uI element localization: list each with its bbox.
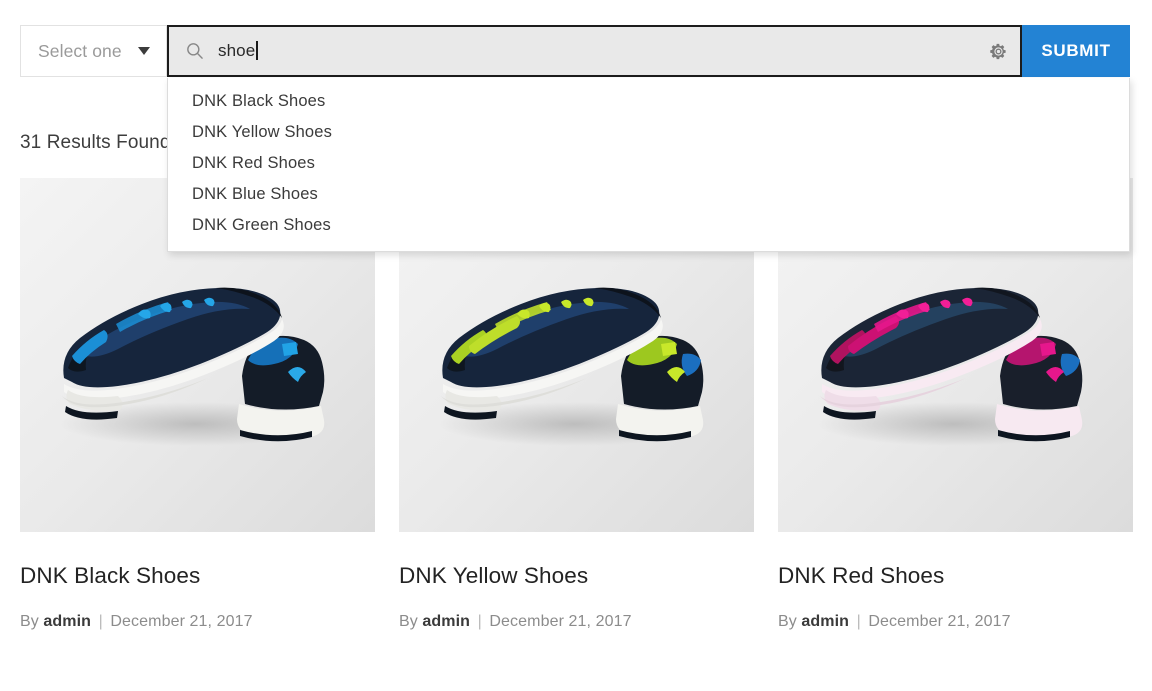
category-select-placeholder: Select one (38, 40, 122, 61)
by-label: By (399, 613, 418, 630)
suggestion-item[interactable]: DNK Green Shoes (168, 210, 1129, 241)
page-root: Select one shoe SUBMIT 31 Results Found … (0, 0, 1152, 691)
product-meta: By admin | December 21, 2017 (778, 613, 1133, 631)
suggestion-item[interactable]: DNK Yellow Shoes (168, 117, 1129, 148)
product-title[interactable]: DNK Black Shoes (20, 562, 375, 589)
product-author[interactable]: admin (422, 613, 470, 630)
product-author[interactable]: admin (43, 613, 91, 630)
search-suggestions-dropdown: DNK Black Shoes DNK Yellow Shoes DNK Red… (167, 78, 1130, 252)
by-label: By (20, 613, 39, 630)
meta-separator: | (477, 613, 482, 630)
product-meta: By admin | December 21, 2017 (20, 613, 375, 631)
settings-button[interactable] (976, 27, 1020, 75)
product-title[interactable]: DNK Red Shoes (778, 562, 1133, 589)
product-meta: By admin | December 21, 2017 (399, 613, 754, 631)
category-select[interactable]: Select one (20, 25, 167, 77)
chevron-down-icon (138, 47, 150, 55)
product-title[interactable]: DNK Yellow Shoes (399, 562, 754, 589)
search-input[interactable]: shoe (218, 41, 976, 61)
product-date: December 21, 2017 (868, 613, 1011, 630)
submit-button[interactable]: SUBMIT (1022, 25, 1130, 77)
product-date: December 21, 2017 (110, 613, 253, 630)
search-bar: Select one shoe SUBMIT (20, 25, 1130, 77)
search-field-wrapper[interactable]: shoe (167, 25, 1022, 77)
suggestion-item[interactable]: DNK Black Shoes (168, 86, 1129, 117)
suggestion-item[interactable]: DNK Blue Shoes (168, 179, 1129, 210)
gear-icon (989, 43, 1006, 59)
meta-separator: | (98, 613, 103, 630)
search-icon (187, 43, 203, 59)
product-date: December 21, 2017 (489, 613, 632, 630)
suggestion-item[interactable]: DNK Red Shoes (168, 148, 1129, 179)
by-label: By (778, 613, 797, 630)
product-author[interactable]: admin (801, 613, 849, 630)
meta-separator: | (856, 613, 861, 630)
